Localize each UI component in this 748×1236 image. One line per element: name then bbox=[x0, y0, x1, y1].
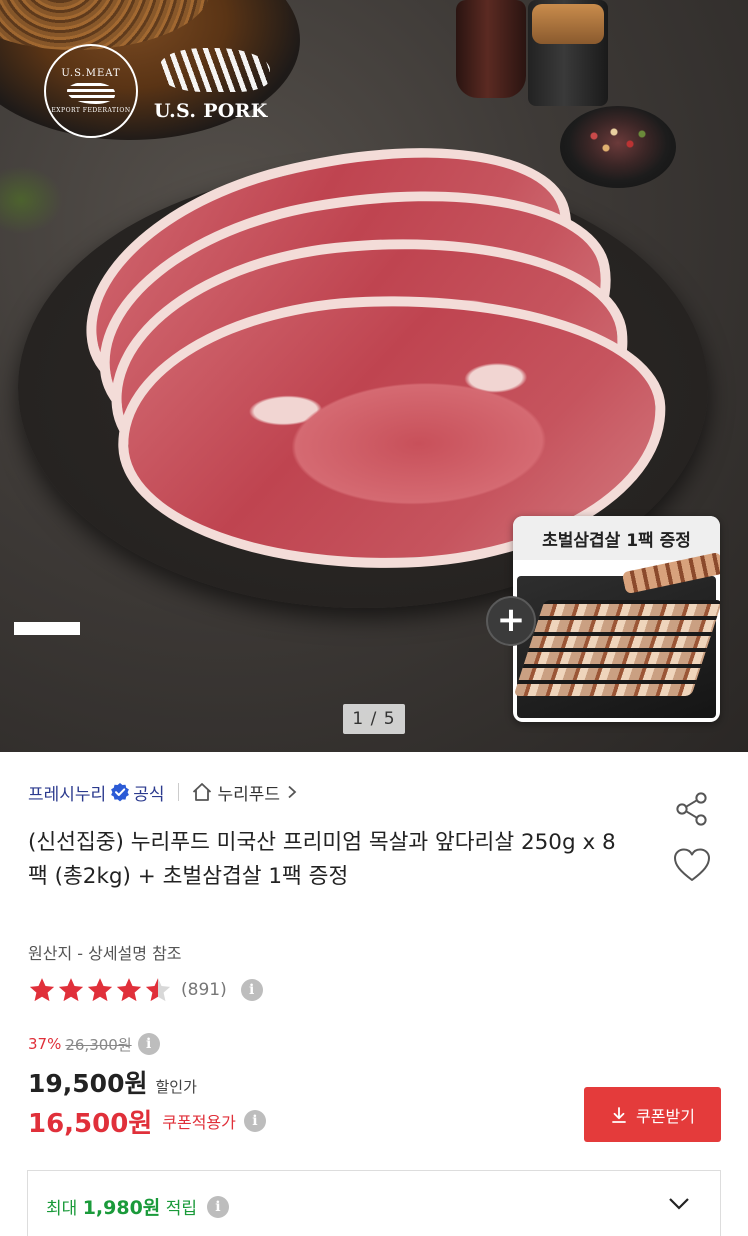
origin-info: 원산지 - 상세설명 참조 bbox=[28, 944, 182, 963]
brand-store-link[interactable]: 누리푸드 bbox=[217, 780, 280, 805]
info-icon[interactable]: i bbox=[206, 1195, 229, 1218]
image-overlay-mark bbox=[14, 622, 80, 635]
star-full-icon bbox=[29, 978, 55, 1002]
coupon-price-row: 16,500원 쿠폰적용가 i bbox=[28, 1102, 266, 1140]
share-icon[interactable] bbox=[673, 790, 711, 828]
points-suffix: 적립 bbox=[165, 1199, 197, 1219]
download-icon bbox=[612, 1106, 626, 1123]
verified-check-icon bbox=[111, 783, 130, 802]
info-icon[interactable]: i bbox=[243, 1110, 266, 1132]
star-rating bbox=[28, 976, 173, 1004]
heart-icon[interactable] bbox=[672, 846, 712, 884]
info-icon[interactable]: i bbox=[240, 979, 263, 1001]
rating-row[interactable]: (891) i bbox=[28, 974, 263, 1006]
promo-title: 초벌삼겹살 1팩 증정 bbox=[513, 516, 720, 560]
coupon-price-label: 쿠폰적용가 bbox=[162, 1113, 236, 1132]
grilled-pork-belly bbox=[513, 600, 720, 696]
original-price: 26,300원 bbox=[65, 1035, 132, 1054]
points-text: 최대 1,980원 적립 bbox=[46, 1193, 197, 1220]
herb-garnish bbox=[0, 160, 70, 240]
product-image-carousel[interactable]: U.S.MEAT EXPORT FEDERATION U.S. PORK 초벌삼… bbox=[0, 0, 748, 752]
seller-name-link[interactable]: 프레시누리 bbox=[28, 780, 106, 805]
uspork-logo: U.S. PORK bbox=[154, 48, 276, 124]
star-full-icon bbox=[116, 978, 142, 1002]
star-full-icon bbox=[58, 978, 84, 1002]
usmeat-logo: U.S.MEAT EXPORT FEDERATION bbox=[44, 44, 138, 138]
pepper-grinder bbox=[456, 0, 526, 98]
sale-price: 19,500원 bbox=[28, 1069, 148, 1098]
product-title: (신선집중) 누리푸드 미국산 프리미엄 목살과 앞다리살 250g x 8팩 … bbox=[28, 830, 616, 889]
image-page-counter: 1 / 5 bbox=[343, 704, 405, 734]
discount-rate: 37% bbox=[28, 1035, 62, 1053]
peppercorns bbox=[578, 120, 658, 160]
review-count[interactable]: (891) bbox=[181, 980, 227, 1000]
info-icon[interactable]: i bbox=[137, 1033, 160, 1055]
chevron-down-icon[interactable] bbox=[668, 1197, 690, 1211]
spice-jar-lid bbox=[532, 4, 604, 44]
points-accordion[interactable]: 최대 1,980원 적립 i bbox=[27, 1170, 721, 1236]
plus-icon: + bbox=[486, 596, 536, 646]
star-half-icon bbox=[145, 978, 171, 1002]
coupon-price: 16,500원 bbox=[28, 1108, 153, 1139]
gift-promo-card: 초벌삼겹살 1팩 증정 bbox=[513, 516, 720, 722]
get-coupon-button[interactable]: 쿠폰받기 bbox=[584, 1087, 721, 1142]
sale-price-label: 할인가 bbox=[155, 1078, 197, 1096]
home-icon[interactable] bbox=[191, 781, 213, 803]
chevron-right-icon[interactable] bbox=[286, 785, 298, 799]
points-prefix: 최대 bbox=[46, 1199, 78, 1219]
sale-price-row: 19,500원 할인가 bbox=[28, 1064, 197, 1098]
seller-row: 프레시누리 공식 누리푸드 bbox=[28, 778, 298, 806]
official-badge-label: 공식 bbox=[133, 784, 165, 805]
discount-row: 37% 26,300원 i bbox=[28, 1032, 160, 1056]
points-amount: 1,980원 bbox=[82, 1197, 161, 1219]
star-full-icon bbox=[87, 978, 113, 1002]
seller-divider bbox=[178, 783, 180, 801]
get-coupon-label: 쿠폰받기 bbox=[636, 1108, 695, 1126]
